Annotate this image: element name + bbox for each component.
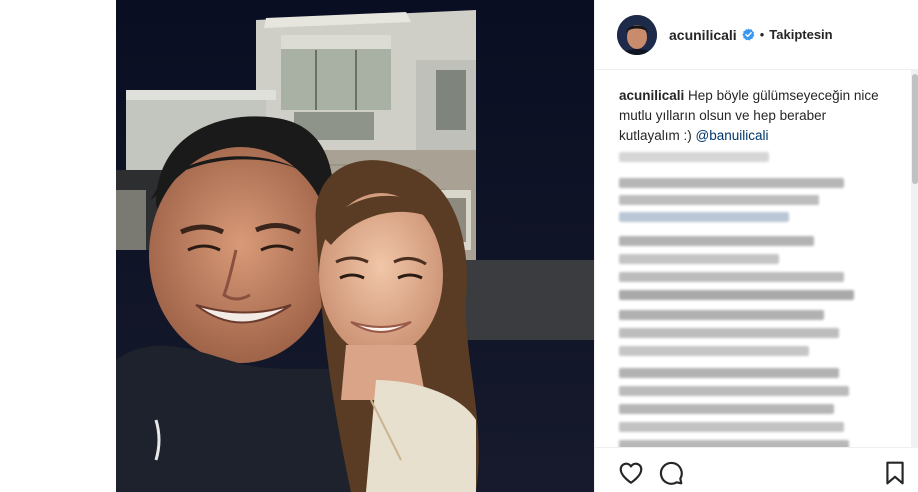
bookmark-icon[interactable] [882,460,908,486]
blurred-comment-line [619,404,834,414]
post-header: acunilicali • Takiptesin [595,0,918,70]
heart-icon[interactable] [618,460,644,486]
scrollbar-thumb[interactable] [912,74,918,184]
blurred-comment-line [619,310,824,320]
post-actions-bar [595,447,918,492]
comments-scrollbar[interactable] [911,70,918,447]
comments-section[interactable]: acunilicali Hep böyle gülümseyeceğin nic… [595,70,911,447]
blurred-comment-line [619,440,849,447]
blurred-comment-line [619,212,789,222]
post-photo[interactable] [116,0,594,492]
blurred-comment-line [619,254,779,264]
selfie-image [116,0,594,492]
avatar-image [617,14,657,55]
blurred-comment-line [619,290,854,300]
blurred-comment-line [619,178,844,188]
blurred-comment-line [619,422,844,432]
blurred-comment-line [619,328,839,338]
blurred-comment-line [619,272,844,282]
caption-mention[interactable]: @banuilicali [696,128,769,143]
separator-dot: • [759,27,765,42]
blurred-comment-line [619,236,814,246]
verified-badge-icon [742,28,755,41]
blurred-comment-line [619,195,819,205]
blurred-comment-line [619,346,809,356]
blurred-comment-line [619,386,849,396]
post-caption: acunilicali Hep böyle gülümseyeceğin nic… [619,86,889,146]
caption-username[interactable]: acunilicali [619,88,684,103]
follow-status-button[interactable]: Takiptesin [769,27,832,42]
blurred-comment-line [619,368,839,378]
comment-icon[interactable] [658,460,684,486]
avatar[interactable] [617,14,657,55]
post-username[interactable]: acunilicali [669,27,737,43]
blurred-comment-line [619,152,769,162]
post-details-panel: acunilicali • Takiptesin acunilicali Hep… [594,0,918,492]
page-background [0,0,116,492]
